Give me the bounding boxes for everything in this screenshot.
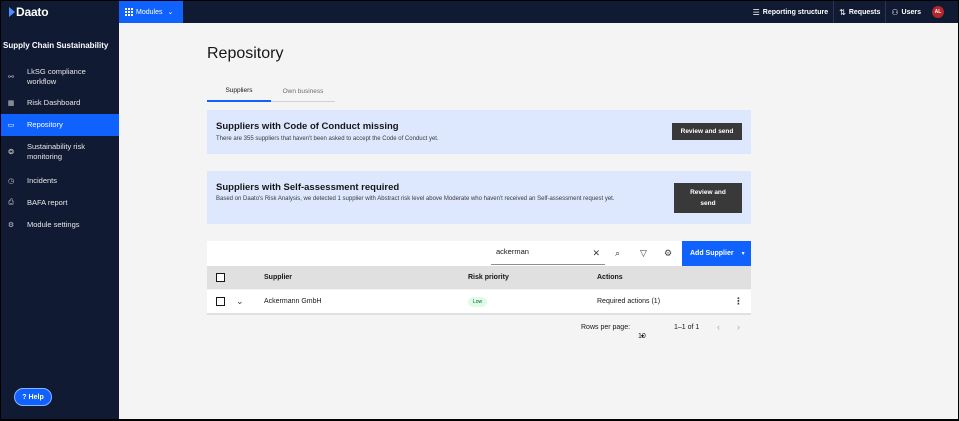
required-actions-text: Required actions (1) bbox=[597, 298, 661, 305]
chevron-down-icon: ⌄ bbox=[167, 9, 174, 16]
search-box[interactable]: ✕ bbox=[491, 242, 605, 265]
settings-icon: ⚙ bbox=[7, 222, 15, 229]
page-title: Repository bbox=[207, 45, 284, 62]
incidents-icon: ◷ bbox=[7, 178, 15, 185]
help-icon: ? bbox=[22, 393, 27, 401]
sidebar-item-label: BAFA report bbox=[27, 198, 68, 207]
tab-suppliers[interactable]: Suppliers bbox=[207, 81, 271, 102]
sidebar-item-lksg-compliance-workflow[interactable]: ⚯ LkSG compliance workflow bbox=[1, 63, 119, 90]
workflow-icon: ⚯ bbox=[8, 73, 14, 81]
select-all-checkbox[interactable] bbox=[216, 273, 225, 282]
search-icon[interactable]: ⌕ bbox=[615, 248, 620, 259]
sidebar: Supply Chain Sustainability ⚯ LkSG compl… bbox=[1, 23, 119, 419]
help-label: Help bbox=[28, 393, 44, 401]
chevron-right-icon[interactable]: › bbox=[737, 322, 740, 332]
help-button[interactable]: ? Help bbox=[14, 388, 52, 406]
monitoring-icon: ❂ bbox=[8, 148, 14, 156]
app-window: Daato Modules ⌄ ☰ Reporting structure ⇅ … bbox=[1, 1, 958, 419]
add-supplier-label: Add Supplier bbox=[690, 250, 734, 257]
banner-title: Suppliers with Code of Conduct missing bbox=[216, 121, 399, 132]
review-and-send-button[interactable]: Review and send bbox=[674, 183, 742, 213]
add-supplier-button[interactable]: Add Supplier ▾ bbox=[682, 241, 751, 266]
table-row[interactable]: ⌄ Ackermann GmbH Low Required actions (1… bbox=[207, 290, 751, 314]
page-range: 1–1 of 1 bbox=[674, 324, 700, 331]
sidebar-item-label: Risk Dashboard bbox=[27, 98, 81, 107]
banner-text: There are 355 suppliers that haven't bee… bbox=[216, 136, 439, 142]
requests-label: Requests bbox=[848, 8, 881, 16]
chevron-left-icon[interactable]: ‹ bbox=[717, 322, 720, 332]
top-right-actions: ☰ Reporting structure ⇅ Requests ⚇ Users… bbox=[748, 1, 944, 23]
top-navigation-bar: Daato Modules ⌄ ☰ Reporting structure ⇅ … bbox=[1, 1, 958, 23]
gear-icon[interactable]: ⚙ bbox=[664, 248, 672, 259]
repository-icon: ▭ bbox=[7, 122, 15, 129]
chevron-down-icon[interactable]: ⌄ bbox=[236, 296, 244, 307]
sidebar-item-label: LkSG compliance workflow bbox=[27, 66, 86, 86]
table-header: Supplier Risk priority Actions bbox=[207, 266, 751, 289]
sidebar-item-sustainability-risk-monitoring[interactable]: ❂ Sustainability risk monitoring bbox=[1, 138, 119, 165]
row-checkbox[interactable] bbox=[216, 297, 225, 306]
filter-icon[interactable]: ▽ bbox=[640, 248, 647, 259]
risk-priority-badge: Low bbox=[468, 297, 488, 307]
report-icon: ⎙ bbox=[8, 199, 14, 206]
self-assessment-banner: Suppliers with Self-assessment required … bbox=[207, 171, 751, 224]
pagination: Rows per page: 10 ▾ 1–1 of 1 ‹ › bbox=[207, 314, 751, 340]
banner-text: Based on Daato's Risk Analysis, we detec… bbox=[216, 196, 615, 202]
reporting-structure-button[interactable]: ☰ Reporting structure bbox=[748, 1, 834, 23]
sidebar-title: Supply Chain Sustainability bbox=[3, 41, 109, 50]
dashboard-icon: ▦ bbox=[7, 100, 15, 107]
overflow-menu-icon[interactable]: ⋮ bbox=[734, 296, 743, 307]
banner-title: Suppliers with Self-assessment required bbox=[216, 182, 400, 193]
modules-label: Modules bbox=[136, 8, 163, 16]
users-button[interactable]: ⚇ Users bbox=[885, 1, 926, 23]
rows-per-page-label: Rows per page: bbox=[581, 324, 631, 331]
sidebar-item-label: Module settings bbox=[27, 220, 80, 229]
main-content: Repository Suppliers Own business Suppli… bbox=[119, 23, 958, 419]
daato-logo[interactable]: Daato bbox=[9, 5, 49, 19]
caret-down-icon: ▾ bbox=[641, 334, 645, 340]
tab-own-business[interactable]: Own business bbox=[271, 81, 335, 102]
sidebar-item-module-settings[interactable]: ⚙ Module settings bbox=[1, 214, 119, 236]
code-of-conduct-banner: Suppliers with Code of Conduct missing T… bbox=[207, 110, 751, 154]
sidebar-item-label: Incidents bbox=[27, 176, 58, 185]
requests-button[interactable]: ⇅ Requests bbox=[833, 1, 885, 23]
review-and-send-button[interactable]: Review and send bbox=[672, 123, 742, 140]
sidebar-item-risk-dashboard[interactable]: ▦ Risk Dashboard bbox=[1, 92, 119, 114]
users-icon: ⚇ bbox=[891, 7, 899, 17]
column-header-risk-priority[interactable]: Risk priority bbox=[468, 274, 509, 281]
logo-text: Daato bbox=[16, 5, 49, 19]
users-label: Users bbox=[901, 8, 921, 16]
sidebar-item-label: Sustainability risk monitoring bbox=[27, 141, 85, 161]
app-grid-icon bbox=[125, 8, 133, 16]
requests-icon: ⇅ bbox=[839, 7, 846, 17]
sidebar-item-repository[interactable]: ▭ Repository bbox=[1, 114, 119, 136]
table-toolbar: ✕ ⌕ ▽ ⚙ Add Supplier ▾ bbox=[207, 241, 751, 266]
sidebar-item-label: Repository bbox=[27, 120, 63, 129]
hierarchy-icon: ☰ bbox=[752, 7, 760, 17]
supplier-name[interactable]: Ackermann GmbH bbox=[264, 298, 322, 305]
close-icon[interactable]: ✕ bbox=[592, 248, 600, 259]
tab-list: Suppliers Own business bbox=[207, 81, 335, 102]
column-header-actions: Actions bbox=[597, 274, 623, 281]
modules-menu-button[interactable]: Modules ⌄ bbox=[119, 1, 183, 23]
sidebar-item-incidents[interactable]: ◷ Incidents bbox=[1, 170, 119, 192]
column-header-supplier[interactable]: Supplier bbox=[264, 274, 292, 281]
search-input[interactable] bbox=[496, 247, 586, 256]
chevron-down-icon[interactable]: ▾ bbox=[742, 250, 745, 257]
avatar[interactable]: AL bbox=[932, 6, 944, 18]
logo-mark-icon bbox=[9, 7, 15, 17]
reporting-structure-label: Reporting structure bbox=[762, 8, 829, 16]
sidebar-item-bafa-report[interactable]: ⎙ BAFA report bbox=[1, 192, 119, 214]
